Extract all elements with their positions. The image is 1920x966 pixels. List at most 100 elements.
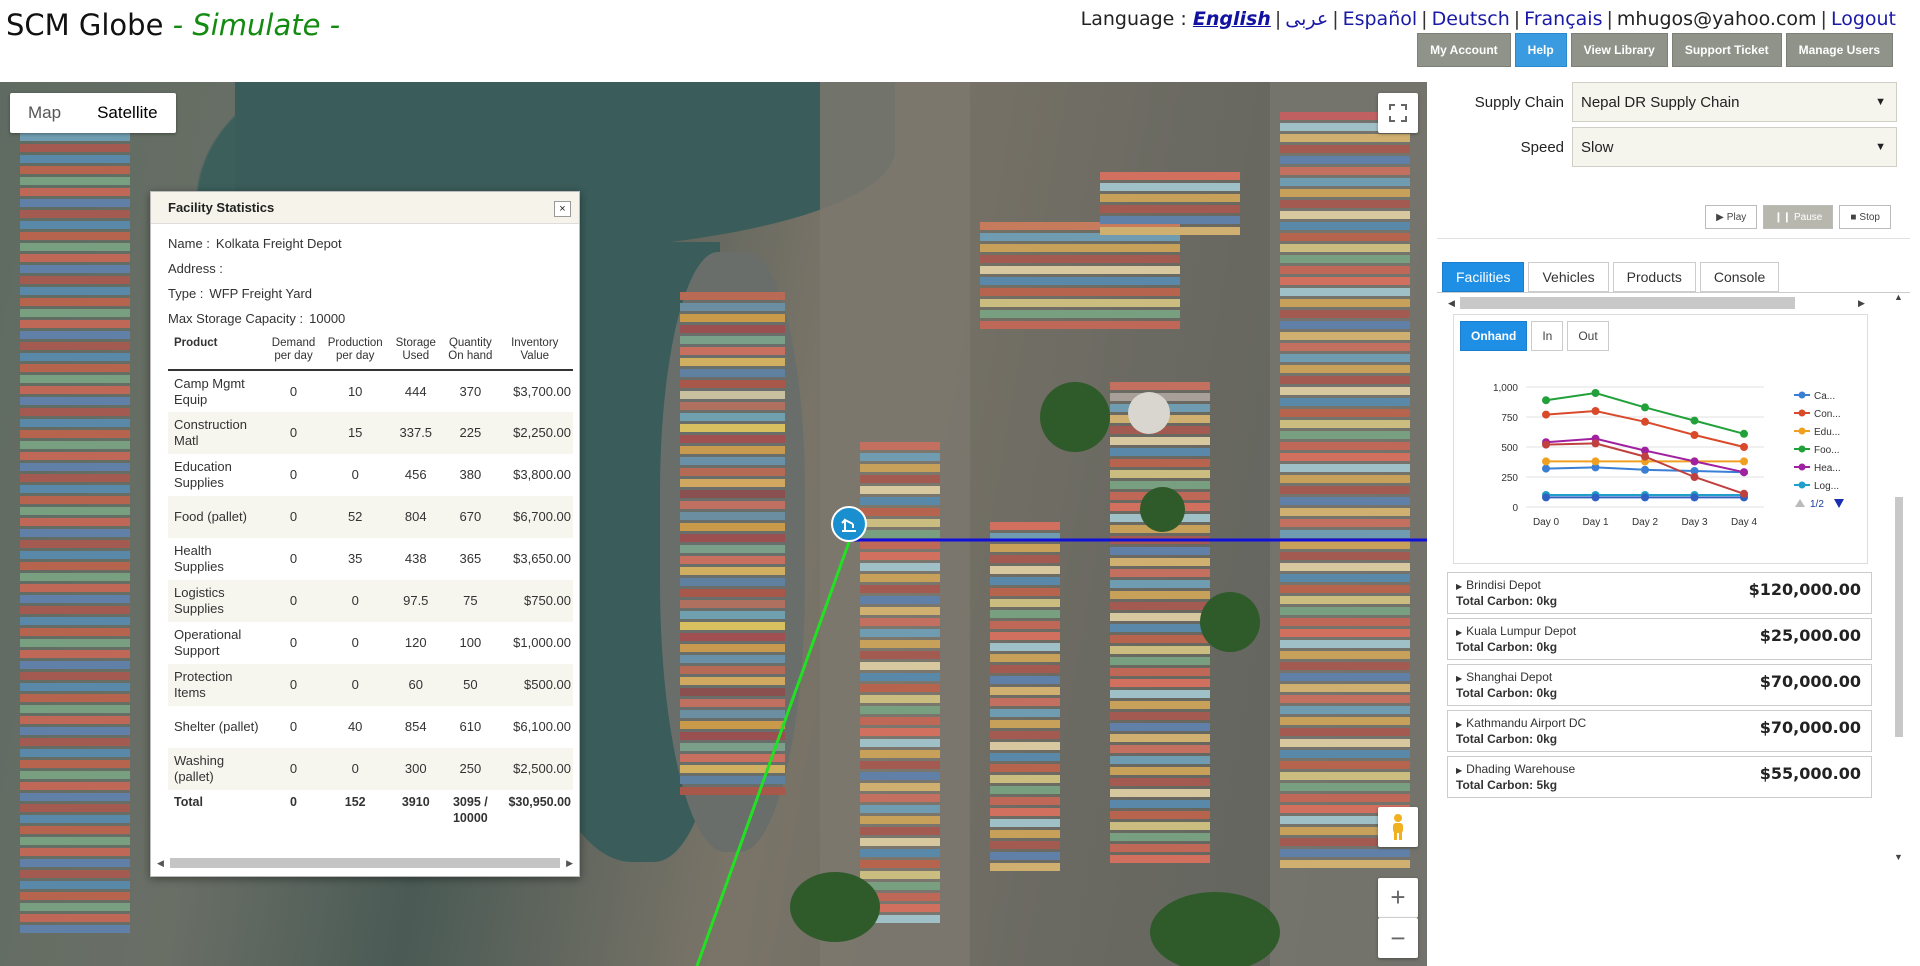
x-tick-label: Day 1	[1582, 517, 1609, 528]
tab-products[interactable]: Products	[1612, 262, 1696, 292]
close-button[interactable]: ×	[554, 201, 571, 217]
support-ticket-button[interactable]: Support Ticket	[1671, 33, 1782, 67]
cell-value: $3,650.00	[513, 551, 571, 566]
scroll-right-icon[interactable]: ▶	[566, 858, 573, 869]
total-production: 152	[344, 795, 366, 809]
play-button[interactable]: ▶ Play	[1705, 205, 1758, 229]
legend-marker	[1798, 463, 1806, 471]
lang-deutsch-link[interactable]: Deutsch	[1432, 8, 1510, 30]
cell-production: 0	[323, 748, 388, 790]
cell-production: 0	[351, 635, 359, 650]
legend-marker	[1798, 391, 1806, 399]
horizontal-scrollbar[interactable]	[1460, 297, 1795, 309]
scroll-left-icon[interactable]: ◀	[1448, 298, 1455, 309]
speed-row: Speed Slow ▼	[1427, 127, 1897, 167]
lang-espanol-link[interactable]: Español	[1343, 8, 1418, 30]
legend-marker	[1798, 427, 1806, 435]
cell-production: 0	[323, 664, 388, 706]
subtab-in[interactable]: In	[1531, 321, 1564, 351]
zoom-in-button[interactable]: +	[1378, 878, 1418, 918]
account-email: mhugos@yahoo.com	[1616, 8, 1817, 30]
supply-chain-label: Supply Chain	[1474, 93, 1564, 111]
x-tick-label: Day 0	[1533, 517, 1560, 528]
tab-facilities[interactable]: Facilities	[1442, 262, 1525, 292]
cell-quantity: 225	[444, 412, 497, 454]
scrollbar-thumb[interactable]	[1895, 497, 1903, 737]
cell-value: $3,700.00	[513, 383, 571, 399]
my-account-button[interactable]: My Account	[1417, 33, 1511, 67]
scroll-up-icon[interactable]: ▲	[1894, 292, 1903, 302]
onhand-line-chart: 0 250 500 750 1,000 Day 0 Day 1 Day 2 Day 3 Day 4…	[1493, 383, 1844, 528]
y-tick-label: 500	[1501, 443, 1518, 454]
manage-users-button[interactable]: Manage Users	[1785, 33, 1893, 67]
supply-chain-select[interactable]: Nepal DR Supply Chain ▼	[1572, 82, 1897, 122]
y-tick-label: 1,000	[1493, 383, 1518, 394]
stop-button[interactable]: ■ Stop	[1839, 205, 1891, 229]
view-library-button[interactable]: View Library	[1570, 33, 1668, 67]
tab-console[interactable]: Console	[1699, 262, 1780, 292]
col-storage: Storage Used	[387, 337, 445, 371]
data-point	[1542, 440, 1550, 449]
cell-demand: 0	[264, 748, 323, 790]
depot-item[interactable]: ▶ Shanghai Depot Total Carbon: 0kg $70,000.…	[1447, 664, 1872, 706]
cell-product: Shelter (pallet)	[174, 719, 259, 734]
data-point	[1740, 489, 1748, 498]
expand-caret-icon: ▶	[1456, 582, 1463, 591]
data-point	[1591, 493, 1600, 502]
cell-quantity: 100	[459, 635, 482, 650]
lang-arabic-link[interactable]: عربى	[1285, 8, 1328, 30]
play-icon: ▶	[1716, 211, 1724, 223]
depot-item[interactable]: ▶ Brindisi Depot Total Carbon: 0kg $120,000…	[1447, 572, 1872, 614]
vertical-scrollbar[interactable]: ▲ ▼	[1893, 292, 1905, 862]
depot-name: ▶ Kathmandu Airport DC	[1456, 716, 1586, 730]
crane-icon	[841, 518, 856, 532]
brand-name: SCM Globe	[6, 8, 164, 42]
header: SCM Globe - Simulate - Language : Englis…	[0, 0, 1920, 82]
legend-label: Log...	[1814, 481, 1839, 492]
cell-value: $750.00	[496, 580, 573, 622]
facility-marker[interactable]	[831, 506, 867, 542]
col-production: Production per day	[323, 337, 388, 371]
subtab-onhand[interactable]: Onhand	[1460, 321, 1528, 351]
divider	[1437, 238, 1910, 239]
scroll-down-icon[interactable]: ▼	[1894, 852, 1903, 862]
brand-title: SCM Globe - Simulate -	[6, 8, 340, 42]
scroll-right-icon[interactable]: ▶	[1858, 298, 1865, 309]
cell-value: $500.00	[496, 664, 573, 706]
lang-english-link[interactable]: English	[1193, 8, 1271, 30]
scroll-left-icon[interactable]: ◀	[157, 858, 164, 869]
speed-select[interactable]: Slow ▼	[1572, 127, 1897, 167]
fullscreen-button[interactable]	[1378, 93, 1418, 133]
zoom-out-icon: −	[1390, 922, 1406, 953]
subtab-out[interactable]: Out	[1567, 321, 1609, 351]
depot-amount: $70,000.00	[1759, 672, 1861, 691]
facility-name-label: Name :	[168, 236, 210, 251]
cell-product: Protection Items	[168, 664, 265, 706]
data-point	[1641, 465, 1649, 474]
total-value: $30,950.00	[508, 795, 571, 809]
col-demand: Demand per day	[264, 337, 323, 371]
cell-value: $3,800.00	[513, 467, 571, 482]
tab-vehicles[interactable]: Vehicles	[1528, 262, 1609, 292]
satellite-map[interactable]: Map Satellite + − Facility Statistics × …	[0, 82, 1427, 966]
cell-quantity: 610	[459, 719, 482, 734]
horizontal-scrollbar[interactable]: ◀ ▶	[157, 856, 573, 870]
legend-marker	[1798, 409, 1806, 417]
cell-demand: 0	[289, 383, 298, 399]
legend-label: Foo...	[1814, 445, 1840, 456]
satellite-view-button[interactable]: Satellite	[79, 93, 175, 133]
map-view-button[interactable]: Map	[10, 93, 79, 133]
help-button[interactable]: Help	[1514, 33, 1567, 67]
legend-marker	[1798, 481, 1806, 489]
street-view-pegman[interactable]	[1378, 807, 1418, 847]
pause-button[interactable]: ❙❙ Pause	[1763, 205, 1834, 229]
logout-link[interactable]: Logout	[1831, 8, 1896, 30]
data-point	[1740, 429, 1748, 438]
depot-item[interactable]: ▶ Kuala Lumpur Depot Total Carbon: 0kg $25,…	[1447, 618, 1872, 660]
cell-storage: 456	[404, 467, 427, 482]
lang-francais-link[interactable]: Français	[1524, 8, 1602, 30]
depot-item[interactable]: ▶ Kathmandu Airport DC Total Carbon: 0kg $7…	[1447, 710, 1872, 752]
depot-item[interactable]: ▶ Dhading Warehouse Total Carbon: 5kg $55,0…	[1447, 756, 1872, 798]
zoom-out-button[interactable]: −	[1378, 918, 1418, 958]
data-point	[1591, 457, 1600, 466]
